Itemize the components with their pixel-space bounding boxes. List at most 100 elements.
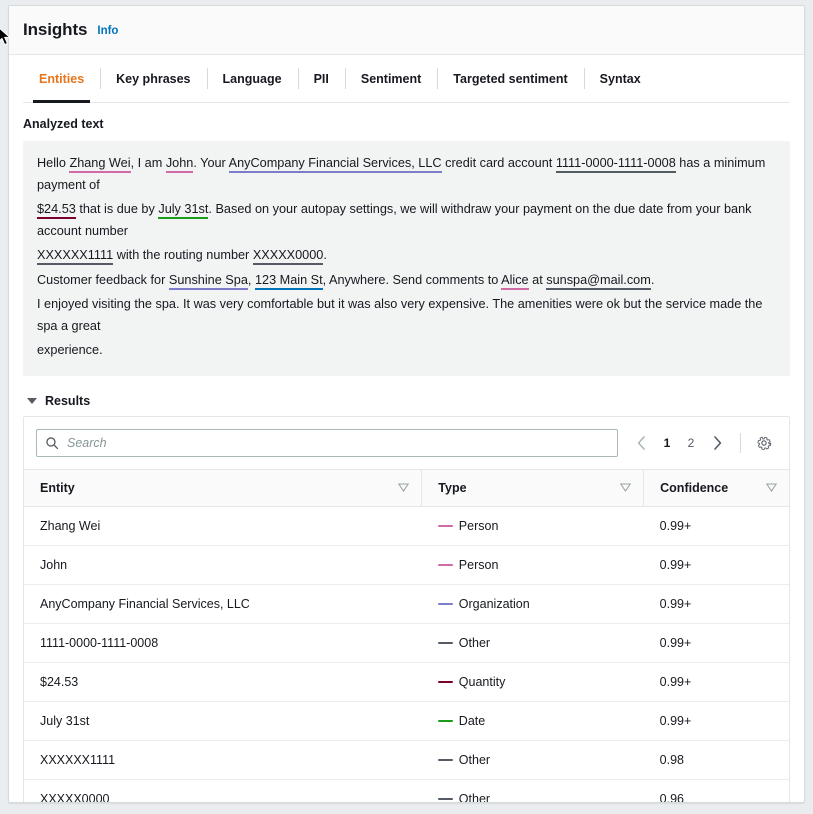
plain-text: , I am <box>131 156 166 170</box>
insights-panel: Insights Info Entities Key phrases Languag… <box>8 5 805 803</box>
type-label: Other <box>459 636 490 650</box>
analyzed-text-line: experience. <box>37 340 776 362</box>
plain-text: , Anywhere. Send comments to <box>323 273 501 287</box>
search-icon <box>45 436 59 450</box>
mouse-cursor <box>0 26 13 53</box>
type-color-swatch <box>438 720 453 722</box>
cell-type: Other <box>422 623 644 662</box>
cell-confidence: 0.98 <box>644 740 789 779</box>
plain-text: with the routing number <box>113 248 253 262</box>
tab-label: Language <box>223 72 282 86</box>
entity-highlight: John <box>166 156 194 173</box>
page-button-2[interactable]: 2 <box>680 430 702 456</box>
search-input[interactable] <box>65 435 617 451</box>
cell-type: Person <box>422 506 644 545</box>
tab-label: Targeted sentiment <box>453 72 567 86</box>
info-link[interactable]: Info <box>97 25 118 37</box>
tab-label: Syntax <box>600 72 641 86</box>
tabs-container: Entities Key phrases Language PII Sentiment T… <box>9 55 804 103</box>
column-header-type[interactable]: Type <box>422 469 644 506</box>
tab-list: Entities Key phrases Language PII Sentiment T… <box>23 55 790 103</box>
gear-icon[interactable] <box>751 430 777 456</box>
cell-confidence: 0.99+ <box>644 701 789 740</box>
type-label: Date <box>459 714 485 728</box>
type-color-swatch <box>438 798 453 800</box>
previous-page-button[interactable] <box>628 430 654 456</box>
analyzed-text-line: Hello Zhang Wei, I am John. Your AnyComp… <box>37 153 776 196</box>
entity-highlight: sunspa@mail.com <box>546 273 651 290</box>
cell-type: Quantity <box>422 662 644 701</box>
tab-key-phrases[interactable]: Key phrases <box>100 55 206 102</box>
plain-text: at <box>529 273 547 287</box>
cell-type: Organization <box>422 584 644 623</box>
panel-header: Insights Info <box>9 6 804 55</box>
insights-page: Insights Info Entities Key phrases Languag… <box>0 0 813 814</box>
table-row[interactable]: $24.53 Quantity 0.99+ <box>24 662 789 701</box>
tab-targeted-sentiment[interactable]: Targeted sentiment <box>437 55 583 102</box>
tab-entities[interactable]: Entities <box>23 55 100 102</box>
cell-entity: XXXXXX1111 <box>24 740 422 779</box>
type-label: Other <box>459 753 490 767</box>
cell-confidence: 0.99+ <box>644 662 789 701</box>
table-row[interactable]: July 31stDate0.99+ <box>24 701 789 740</box>
panel-body: Analyzed text Hello Zhang Wei, I am John… <box>9 103 804 803</box>
tab-sentiment[interactable]: Sentiment <box>345 55 437 102</box>
plain-text: experience. <box>37 343 103 357</box>
page-title: Insights <box>23 20 87 40</box>
cell-entity: $24.53 <box>24 662 422 701</box>
tab-label: Key phrases <box>116 72 190 86</box>
entity-highlight: AnyCompany Financial Services, LLC <box>229 156 442 173</box>
table-header-row: Entity Type <box>24 469 789 506</box>
page-button-1[interactable]: 1 <box>656 430 678 456</box>
table-row[interactable]: AnyCompany Financial Services, LLCOrgani… <box>24 584 789 623</box>
cell-confidence: 0.96 <box>644 779 789 803</box>
pagination: 1 2 <box>628 430 777 456</box>
column-header-type-label: Type <box>438 481 466 495</box>
table-row[interactable]: XXXXX0000Other0.96 <box>24 779 789 803</box>
toolbar-divider <box>740 433 741 453</box>
analyzed-text-line: I enjoyed visiting the spa. It was very … <box>37 294 776 337</box>
analyzed-text-line: $24.53 that is due by July 31st. Based o… <box>37 199 776 242</box>
cell-type: Other <box>422 740 644 779</box>
cell-entity: 1111-0000-1111-0008 <box>24 623 422 662</box>
tab-syntax[interactable]: Syntax <box>584 55 657 102</box>
column-header-entity-label: Entity <box>40 481 75 495</box>
type-label: Quantity <box>459 675 506 689</box>
plain-text: Customer feedback for <box>37 273 169 287</box>
table-body: Zhang WeiPerson0.99+JohnPerson0.99+AnyCo… <box>24 506 789 803</box>
type-color-swatch <box>438 525 453 527</box>
search-field[interactable] <box>36 429 618 457</box>
results-header[interactable]: Results <box>27 394 790 408</box>
column-header-entity[interactable]: Entity <box>24 469 422 506</box>
cell-confidence: 0.99+ <box>644 506 789 545</box>
tab-label: PII <box>314 72 329 86</box>
plain-text: , <box>248 273 255 287</box>
table-row[interactable]: XXXXXX1111 Other 0.98 <box>24 740 789 779</box>
entity-highlight: Alice <box>501 273 529 290</box>
table-row[interactable]: JohnPerson0.99+ <box>24 545 789 584</box>
type-label: Person <box>459 558 499 572</box>
entity-highlight: XXXXX0000 <box>253 248 324 265</box>
table-toolbar: 1 2 <box>24 417 789 469</box>
entity-highlight: 123 Main St <box>255 273 323 290</box>
column-header-confidence[interactable]: Confidence <box>644 469 789 506</box>
table-row[interactable]: Zhang WeiPerson0.99+ <box>24 506 789 545</box>
cell-confidence: 0.99+ <box>644 545 789 584</box>
chevron-down-icon[interactable] <box>27 398 37 404</box>
next-page-button[interactable] <box>704 430 730 456</box>
sort-descending-icon <box>766 481 777 495</box>
type-label: Person <box>459 519 499 533</box>
sort-descending-icon <box>398 481 409 495</box>
tab-label: Sentiment <box>361 72 421 86</box>
results-table-card: 1 2 <box>23 416 790 804</box>
type-color-swatch <box>438 681 453 683</box>
table-row[interactable]: 1111-0000-1111-0008 Other 0.99+ <box>24 623 789 662</box>
type-color-swatch <box>438 603 453 605</box>
tab-label: Entities <box>39 72 84 86</box>
column-header-confidence-label: Confidence <box>660 481 728 495</box>
tab-pii[interactable]: PII <box>298 55 345 102</box>
type-color-swatch <box>438 564 453 566</box>
cell-confidence: 0.99+ <box>644 584 789 623</box>
cell-confidence: 0.99+ <box>644 623 789 662</box>
tab-language[interactable]: Language <box>207 55 298 102</box>
